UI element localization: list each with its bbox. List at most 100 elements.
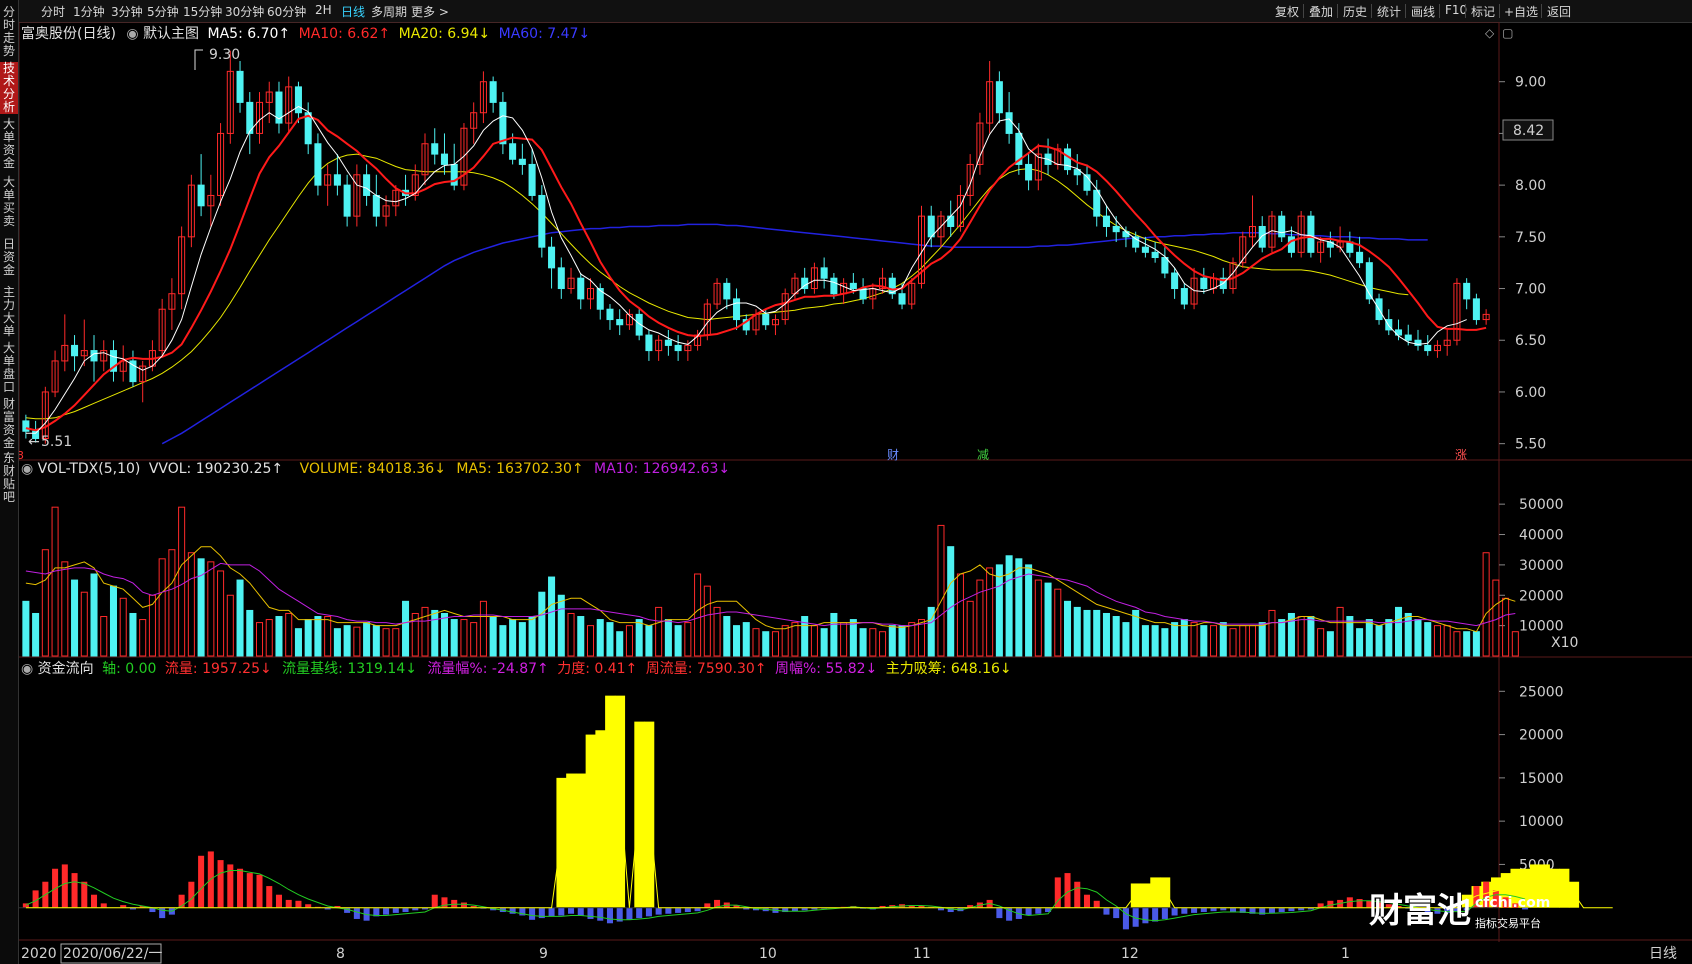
volume-bar [333,628,341,657]
volume-bar [41,549,49,657]
volume-bar [1453,631,1461,657]
volume-bar [1112,616,1120,657]
current-price-label: 8.42 [1513,123,1544,139]
price-tick-label: 7.50 [1515,230,1546,246]
candle-body [431,143,439,155]
volume-bar [723,616,731,657]
history-button[interactable]: 历史 [1343,3,1367,20]
vol-ma5-value: MA5: 163702.30↑ [456,461,584,477]
flow-bar [568,907,575,914]
volume-indicator-name[interactable]: VOL-TDX(5,10) [38,461,141,477]
square-icon[interactable]: ▢ [1502,26,1513,40]
overlay-button[interactable]: 叠加 [1309,3,1333,20]
tab-daily-funds[interactable]: 日资金 [0,238,18,277]
candle-body [606,308,614,321]
ma60-value: MA60: 7.47↓ [498,26,591,42]
price-legend: 富奥股份(日线) ◉ 默认主图 MA5: 6.70↑ MA10: 6.62↑ M… [21,23,590,43]
flow-yellow-bar [575,773,587,908]
tab-large-order-trades[interactable]: 大单买卖 [0,176,18,228]
volume-bar [791,622,799,657]
period-30min[interactable]: 30分钟 [225,3,264,20]
settings-icon[interactable]: ◉ [126,26,138,42]
period-more[interactable]: 更多 > [411,3,449,20]
x-label-nov: 11 [913,946,931,962]
mark-button[interactable]: 标记 [1471,3,1495,20]
zhang-marker: 涨 [1455,447,1467,462]
flow-bar [256,874,263,908]
volume-bar [810,625,818,657]
back-button[interactable]: 返回 [1547,3,1571,20]
volume-settings-icon[interactable]: ◉ [21,461,33,477]
volume-bar [275,616,283,657]
flow-bar [1113,907,1120,919]
chart-controls: ◇ ▢ [1485,26,1513,40]
flow-bar [431,894,438,908]
add-watchlist-button[interactable]: +自选 [1504,3,1538,20]
divider [1439,4,1440,18]
flow-bar [1035,907,1042,914]
volume-bar [771,631,779,657]
volume-bar [645,625,653,657]
volume-bar [1083,609,1091,657]
x-label-dec: 12 [1121,946,1139,962]
stock-title[interactable]: 富奥股份(日线) [21,26,116,42]
flow-bar [383,907,390,915]
tab-main-force-large[interactable]: 主力大单 [0,286,18,338]
period-3min[interactable]: 3分钟 [111,3,143,20]
flow-bar [1093,900,1100,908]
stock-chart[interactable]: 9.008.508.007.507.006.506.005.50 5000040… [19,22,1692,964]
volume-bar [703,585,711,657]
volume-bar [139,619,147,657]
candle-body [509,143,517,160]
candle-body [849,282,857,290]
volume-bar [733,625,741,657]
draw-line-button[interactable]: 画线 [1411,3,1435,20]
flow-bar [684,907,691,913]
f10-button[interactable]: F10 [1445,3,1467,17]
period-5min[interactable]: 5分钟 [147,3,179,20]
tab-timeshare[interactable]: 分时走势 [0,6,18,58]
candle-body [1200,277,1208,290]
candle-body [1472,298,1480,321]
volume-bar [1102,612,1110,657]
price-tick-label: 6.00 [1515,385,1546,401]
period-multi[interactable]: 多周期 [371,3,407,20]
period-timeshare[interactable]: 分时 [41,3,65,20]
period-daily[interactable]: 日线 [341,3,365,20]
divider [1405,4,1406,18]
candle-body [1171,272,1179,290]
volume-bar [888,625,896,657]
tab-wealth-funds[interactable]: 财富资金 [0,398,18,450]
volume-bar [1356,628,1364,657]
flow-tick-label: 15000 [1519,771,1564,787]
flow-yellow-bar [1160,877,1171,908]
tab-large-order-book[interactable]: 大单盘口 [0,342,18,394]
period-15min[interactable]: 15分钟 [183,3,222,20]
statistics-button[interactable]: 统计 [1377,3,1401,20]
flow-settings-icon[interactable]: ◉ [21,661,33,677]
flow-bar [548,907,555,917]
high-marker [194,49,203,70]
tab-large-order-funds[interactable]: 大单资金 [0,118,18,170]
period-2h[interactable]: 2H [315,3,332,17]
flow-yellow-bar [634,721,645,908]
volume-bar [207,561,215,657]
tab-forum[interactable]: 东财贴吧 [0,452,18,504]
volume-bar [61,561,69,657]
high-label: 9.30 [209,47,240,63]
period-1min[interactable]: 1分钟 [73,3,105,20]
flow-yellow-bar [556,777,567,908]
volume-bar [1122,622,1130,657]
flow-bar [655,907,662,915]
diamond-icon[interactable]: ◇ [1485,26,1494,40]
volume-bar [90,573,98,657]
tab-technical-analysis[interactable]: 技术分析 [0,62,18,114]
restore-rights-button[interactable]: 复权 [1275,3,1299,20]
candle-body [1180,288,1188,305]
flow-indicator-name[interactable]: 资金流向 [38,661,94,677]
volume-bar [1278,619,1286,657]
period-60min[interactable]: 60分钟 [267,3,306,20]
candle-body [22,420,30,432]
main-chart-select[interactable]: 默认主图 [143,26,199,42]
flow-tick-label: 20000 [1519,728,1564,744]
